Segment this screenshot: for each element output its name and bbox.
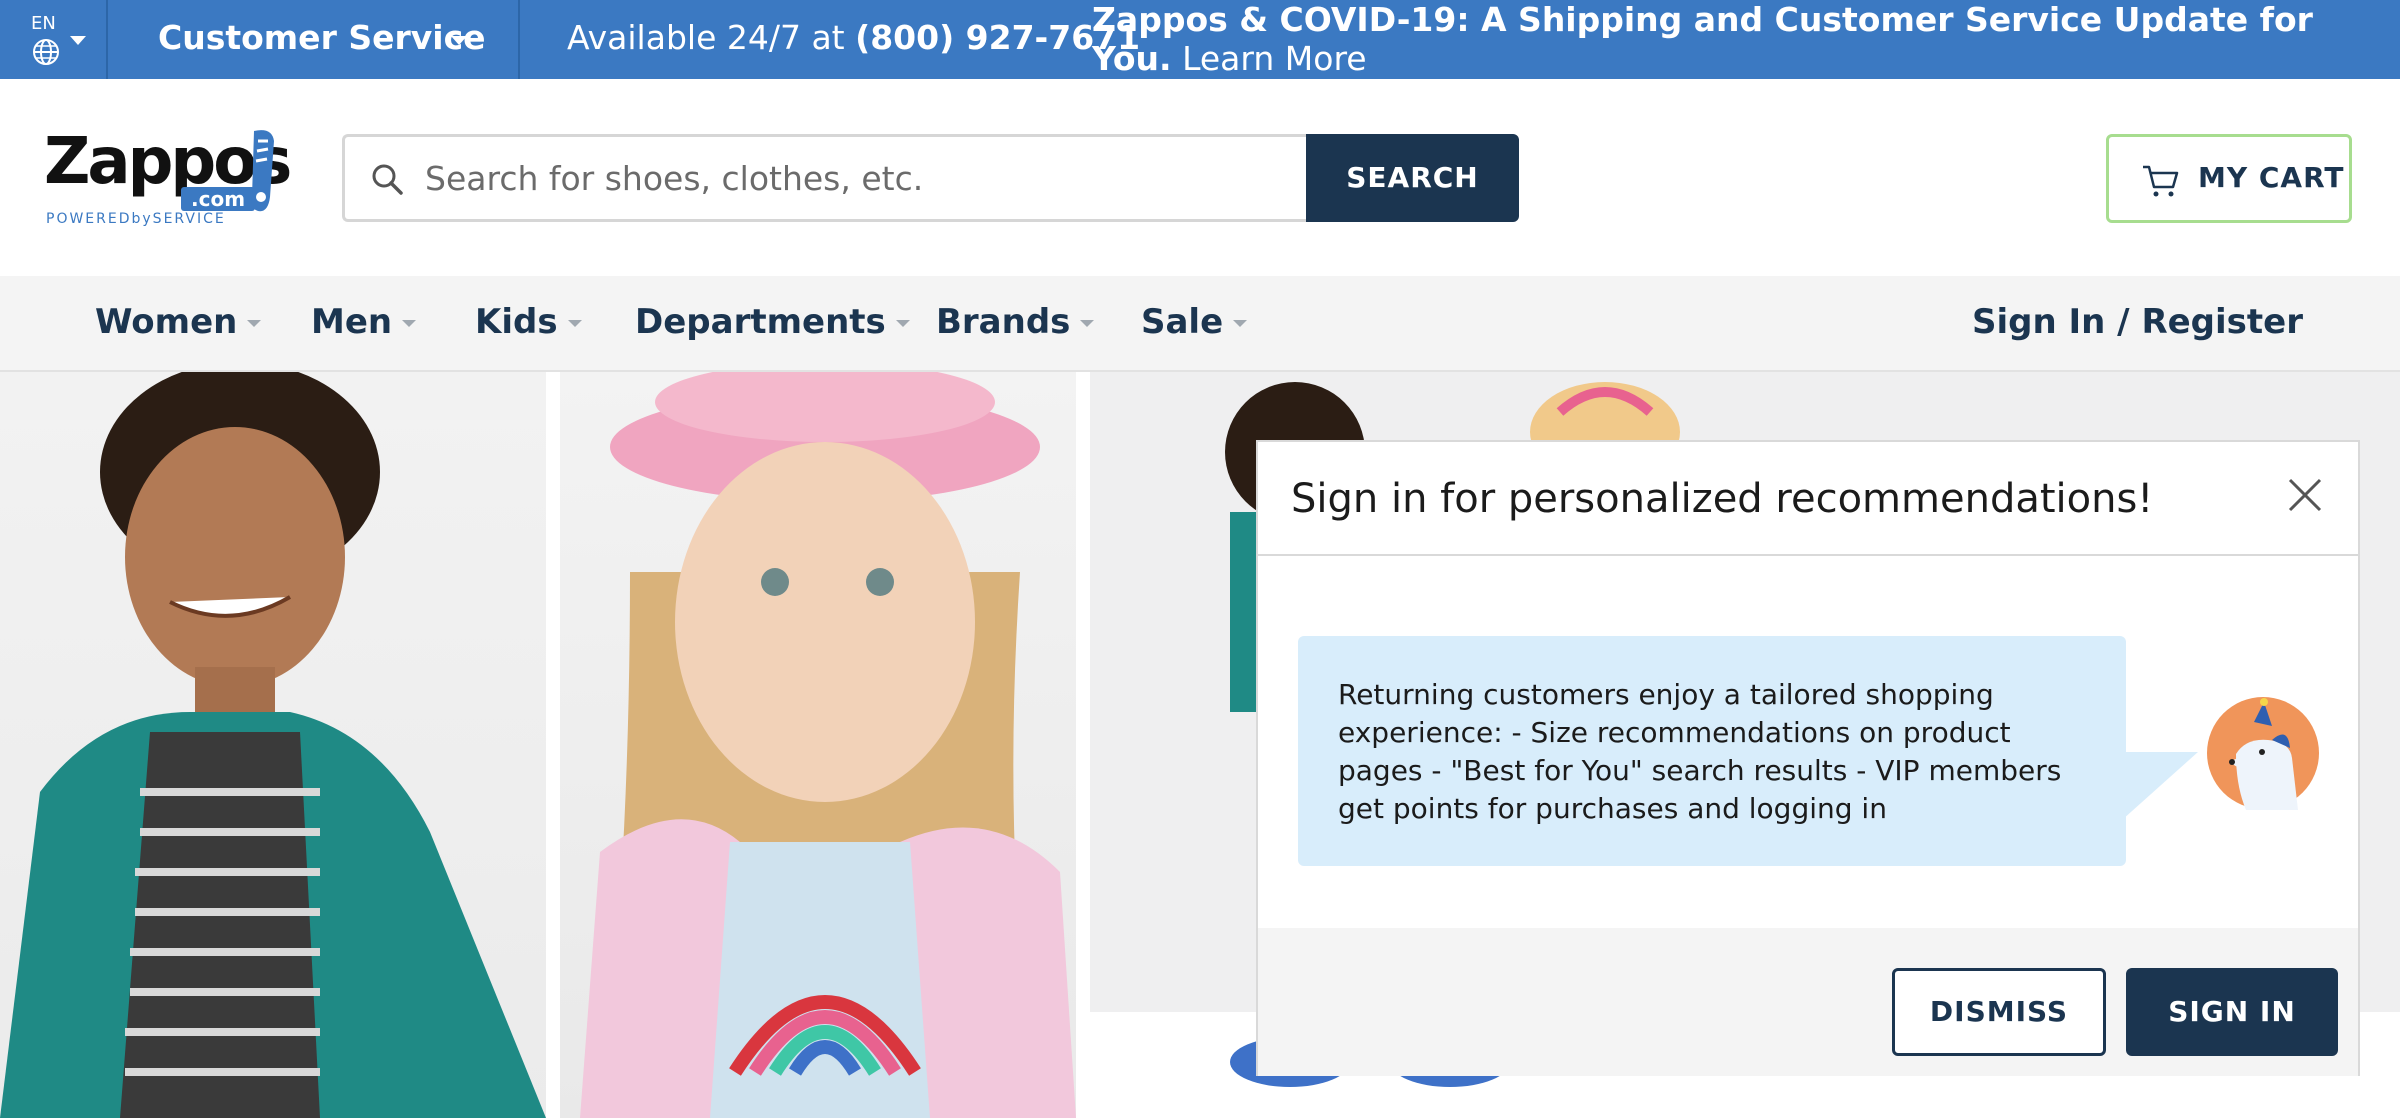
chevron-down-icon xyxy=(70,36,86,45)
search-button[interactable]: SEARCH xyxy=(1306,134,1519,222)
hero-image-girl[interactable] xyxy=(560,372,1076,1118)
logo-com-badge: .com xyxy=(181,187,256,211)
sign-in-recommendations-modal: Sign in for personalized recommendations… xyxy=(1256,440,2360,1076)
covid-update-link[interactable]: Zappos & COVID-19: A Shipping and Custom… xyxy=(1092,0,2382,78)
chevron-down-icon xyxy=(1233,320,1248,327)
availability-text: Available 24/7 at (800) 927-7671 xyxy=(567,18,1141,57)
boy-illustration xyxy=(0,372,546,1118)
cart-label: MY CART xyxy=(2198,161,2345,194)
modal-divider xyxy=(1258,554,2358,556)
chevron-down-icon xyxy=(567,320,582,327)
girl-illustration xyxy=(580,372,1076,1118)
learn-more-link[interactable]: Learn More xyxy=(1172,39,1367,78)
main-nav: Women Men Kids Departments Brands Sale S… xyxy=(0,276,2400,372)
search-field[interactable] xyxy=(342,134,1308,222)
chevron-down-icon xyxy=(247,320,262,327)
chevron-down-icon xyxy=(1080,320,1095,327)
search-icon xyxy=(372,164,403,195)
language-selector[interactable]: EN xyxy=(0,0,108,79)
cart-icon xyxy=(2143,165,2179,197)
nav-item-departments[interactable]: Departments xyxy=(635,302,910,342)
zappos-logo[interactable]: Zappos .com POWEREDbySERVICE xyxy=(44,125,292,235)
globe-icon xyxy=(33,39,59,65)
modal-title: Sign in for personalized recommendations… xyxy=(1291,476,2154,522)
chevron-down-icon xyxy=(402,320,417,327)
search-bar: SEARCH xyxy=(342,134,1519,222)
modal-footer: DISMISS SIGN IN xyxy=(1258,928,2358,1076)
nav-item-sale[interactable]: Sale xyxy=(1141,302,1248,342)
modal-message: Returning customers enjoy a tailored sho… xyxy=(1338,678,2062,825)
customer-service-menu[interactable]: Customer Service xyxy=(108,0,520,79)
top-bar: EN Customer Service Available 24/7 at (8… xyxy=(0,0,2400,79)
sign-in-button[interactable]: SIGN IN xyxy=(2126,968,2338,1056)
close-icon[interactable] xyxy=(2284,474,2326,516)
bubble-tail xyxy=(2122,752,2198,820)
mascot-avatar-icon xyxy=(2207,697,2319,810)
sign-in-register-link[interactable]: Sign In / Register xyxy=(1972,302,2303,342)
nav-item-women[interactable]: Women xyxy=(95,302,262,342)
shoe-logo-icon xyxy=(251,130,274,212)
my-cart-button[interactable]: MY CART xyxy=(2106,134,2352,223)
header: Zappos .com POWEREDbySERVICE SEARCH MY C… xyxy=(0,79,2400,276)
search-input[interactable] xyxy=(425,153,1285,203)
chevron-down-icon xyxy=(451,36,467,45)
customer-service-label: Customer Service xyxy=(158,18,486,57)
message-bubble: Returning customers enjoy a tailored sho… xyxy=(1298,636,2126,866)
nav-item-brands[interactable]: Brands xyxy=(936,302,1095,342)
language-code: EN xyxy=(31,13,56,34)
hero-image-boy[interactable] xyxy=(0,372,546,1118)
logo-tagline: POWEREDbySERVICE xyxy=(46,211,226,227)
nav-item-men[interactable]: Men xyxy=(311,302,417,342)
dismiss-button[interactable]: DISMISS xyxy=(1892,968,2106,1056)
nav-item-kids[interactable]: Kids xyxy=(475,302,582,342)
chevron-down-icon xyxy=(895,320,910,327)
